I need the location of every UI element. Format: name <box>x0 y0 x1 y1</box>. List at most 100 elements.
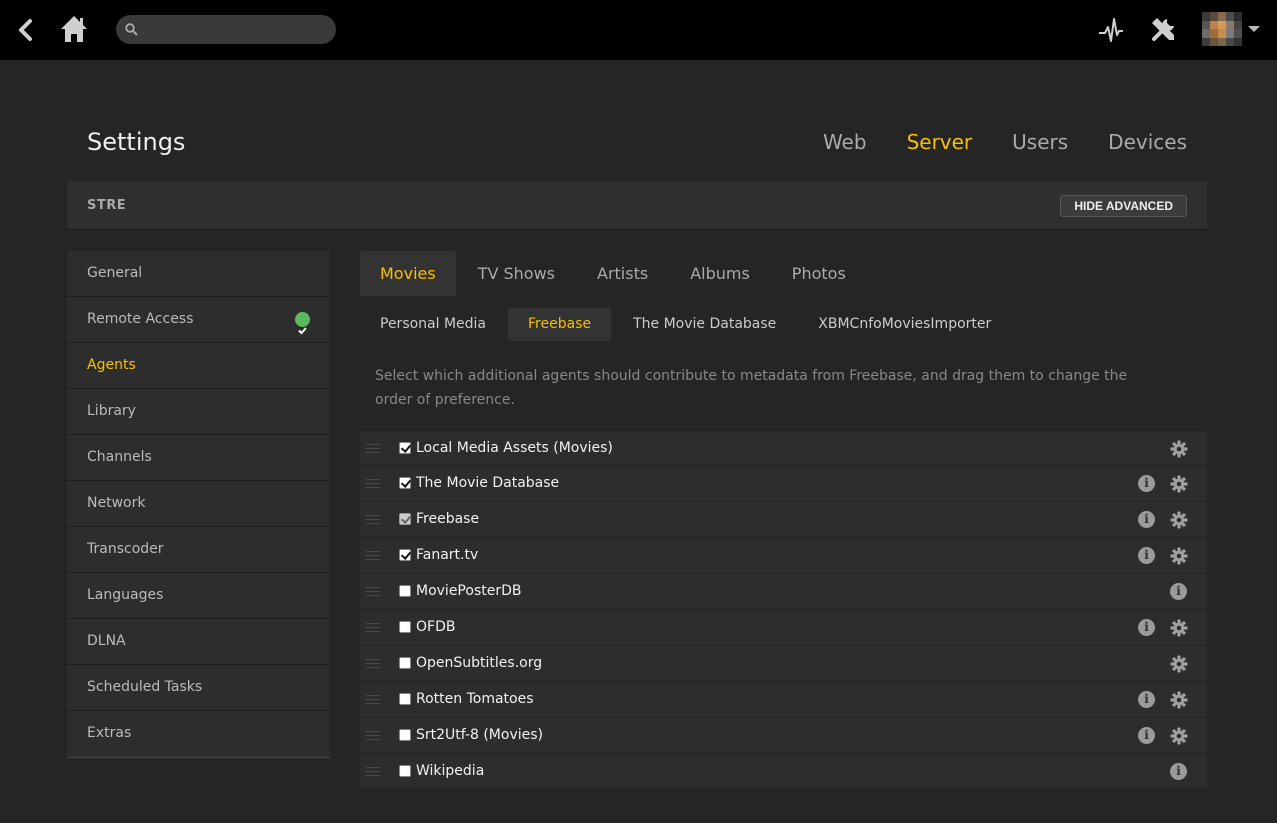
tab-server[interactable]: Server <box>907 130 973 154</box>
tab-web[interactable]: Web <box>823 130 867 154</box>
tab-freebase[interactable]: Freebase <box>508 308 612 341</box>
agent-row[interactable]: MoviePosterDB i <box>360 574 1207 610</box>
agent-name: Local Media Assets (Movies) <box>416 440 613 456</box>
sidebar-item-extras[interactable]: Extras <box>67 711 330 757</box>
agent-checkbox[interactable] <box>399 477 411 489</box>
agent-checkbox[interactable] <box>399 549 411 561</box>
info-icon[interactable]: i <box>1170 763 1187 780</box>
drag-handle-icon[interactable] <box>366 479 380 488</box>
tab-users[interactable]: Users <box>1012 130 1068 154</box>
sidebar-item-channels[interactable]: Channels <box>67 435 330 481</box>
agent-name: Fanart.tv <box>416 547 479 563</box>
agent-list: Local Media Assets (Movies) The Movie Dat… <box>360 430 1207 790</box>
gear-icon[interactable] <box>1170 691 1188 709</box>
tab-albums[interactable]: Albums <box>670 251 770 296</box>
gear-icon[interactable] <box>1170 475 1188 493</box>
tab-personal-media[interactable]: Personal Media <box>360 308 506 341</box>
avatar <box>1202 12 1242 46</box>
tab-artists[interactable]: Artists <box>577 251 668 296</box>
agent-row[interactable]: Wikipedia i <box>360 754 1207 790</box>
agents-description: Select which additional agents should co… <box>375 368 1128 408</box>
drag-handle-icon[interactable] <box>366 695 380 704</box>
agent-checkbox[interactable] <box>399 693 411 705</box>
settings-sidebar: General Remote Access Agents Library Cha… <box>67 251 330 758</box>
back-arrow-icon <box>19 19 32 41</box>
tab-tv-shows[interactable]: TV Shows <box>458 251 575 296</box>
agent-row[interactable]: Rotten Tomatoes i <box>360 682 1207 718</box>
drag-handle-icon[interactable] <box>366 659 380 668</box>
user-avatar-menu[interactable] <box>1202 12 1260 46</box>
tab-photos[interactable]: Photos <box>772 251 866 296</box>
search-icon <box>125 23 138 36</box>
sidebar-item-scheduled-tasks[interactable]: Scheduled Tasks <box>67 665 330 711</box>
agent-name: Srt2Utf-8 (Movies) <box>416 727 543 743</box>
agent-row[interactable]: Freebase i <box>360 502 1207 538</box>
tab-the-movie-database[interactable]: The Movie Database <box>613 308 796 341</box>
agent-name: OpenSubtitles.org <box>416 655 543 671</box>
info-icon[interactable]: i <box>1170 583 1187 600</box>
agent-checkbox[interactable] <box>399 585 411 597</box>
agent-row[interactable]: OpenSubtitles.org <box>360 646 1207 682</box>
agent-checkbox[interactable] <box>399 765 411 777</box>
agent-row[interactable]: Local Media Assets (Movies) <box>360 430 1207 466</box>
drag-handle-icon[interactable] <box>366 767 380 776</box>
agent-checkbox[interactable] <box>399 657 411 669</box>
hide-advanced-button[interactable]: HIDE ADVANCED <box>1060 195 1187 217</box>
tab-movies[interactable]: Movies <box>360 251 456 296</box>
gear-icon[interactable] <box>1170 547 1188 565</box>
gear-icon[interactable] <box>1170 511 1188 529</box>
search-box[interactable] <box>116 15 336 44</box>
info-icon[interactable]: i <box>1138 475 1155 492</box>
info-icon[interactable]: i <box>1138 727 1155 744</box>
agent-checkbox[interactable] <box>399 621 411 633</box>
agent-row[interactable]: The Movie Database i <box>360 466 1207 502</box>
agent-checkbox[interactable] <box>399 442 411 454</box>
tab-devices[interactable]: Devices <box>1108 130 1187 154</box>
activity-button[interactable] <box>1097 17 1125 43</box>
top-bar <box>0 0 1277 60</box>
drag-handle-icon[interactable] <box>366 623 380 632</box>
drag-handle-icon[interactable] <box>366 515 380 524</box>
drag-handle-icon[interactable] <box>366 731 380 740</box>
home-button[interactable] <box>58 13 90 45</box>
sidebar-item-transcoder[interactable]: Transcoder <box>67 527 330 573</box>
gear-icon[interactable] <box>1170 655 1188 673</box>
agent-name: Rotten Tomatoes <box>416 691 534 707</box>
sidebar-item-dlna[interactable]: DLNA <box>67 619 330 665</box>
activity-pulse-icon <box>1099 18 1123 42</box>
tab-xbmcnfo-movies-importer[interactable]: XBMCnfoMoviesImporter <box>798 308 1011 341</box>
agent-name: OFDB <box>416 619 456 635</box>
agent-name: The Movie Database <box>416 475 560 491</box>
gear-icon[interactable] <box>1170 440 1188 458</box>
agent-row[interactable]: OFDB i <box>360 610 1207 646</box>
page-title: Settings <box>87 128 186 156</box>
agent-row[interactable]: Fanart.tv i <box>360 538 1207 574</box>
drag-handle-icon[interactable] <box>366 587 380 596</box>
info-icon[interactable]: i <box>1138 691 1155 708</box>
info-icon[interactable]: i <box>1138 511 1155 528</box>
agent-row[interactable]: Srt2Utf-8 (Movies) i <box>360 718 1207 754</box>
sidebar-item-agents[interactable]: Agents <box>67 343 330 389</box>
sidebar-item-library[interactable]: Library <box>67 389 330 435</box>
server-name: STRE <box>87 198 127 213</box>
server-bar: STRE HIDE ADVANCED <box>67 181 1207 230</box>
sidebar-item-languages[interactable]: Languages <box>67 573 330 619</box>
settings-tools-button[interactable] <box>1150 15 1178 43</box>
library-type-tabs: Movies TV Shows Artists Albums Photos <box>360 251 866 296</box>
info-icon[interactable]: i <box>1138 619 1155 636</box>
sidebar-item-label: Remote Access <box>87 311 194 327</box>
back-button[interactable] <box>15 16 39 44</box>
gear-icon[interactable] <box>1170 619 1188 637</box>
drag-handle-icon[interactable] <box>366 551 380 560</box>
agent-tabs: Personal Media Freebase The Movie Databa… <box>360 308 1011 341</box>
agent-name: MoviePosterDB <box>416 583 522 599</box>
agent-name: Freebase <box>416 511 480 527</box>
info-icon[interactable]: i <box>1138 547 1155 564</box>
sidebar-item-general[interactable]: General <box>67 251 330 297</box>
gear-icon[interactable] <box>1170 727 1188 745</box>
drag-handle-icon[interactable] <box>366 444 380 453</box>
sidebar-item-remote-access[interactable]: Remote Access <box>67 297 330 343</box>
sidebar-item-network[interactable]: Network <box>67 481 330 527</box>
agent-checkbox[interactable] <box>399 729 411 741</box>
search-input[interactable] <box>146 19 326 40</box>
